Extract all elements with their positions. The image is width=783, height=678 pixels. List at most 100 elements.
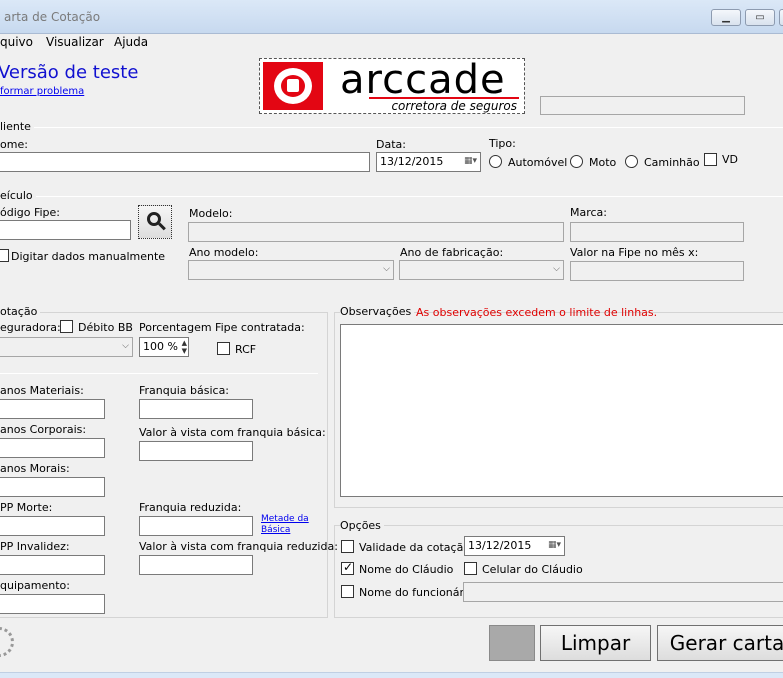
- minimize-icon: ▁: [722, 12, 730, 23]
- metade-link-line1: Metade da: [261, 514, 309, 524]
- menu-visualizar[interactable]: Visualizar: [46, 35, 104, 49]
- valor-vista-reduzida-label: Valor à vista com franquia reduzida:: [139, 540, 338, 553]
- veiculo-group-title: eículo: [0, 189, 36, 202]
- danos-materiais-label: anos Materiais:: [0, 384, 84, 397]
- nome-claudio-checkbox[interactable]: [341, 560, 354, 575]
- codigo-fipe-label: ódigo Fipe:: [0, 206, 61, 219]
- tipo-label: Tipo:: [489, 137, 516, 150]
- data-picker[interactable]: 13/12/2015 ▦▾: [376, 152, 481, 172]
- danos-corporais-input[interactable]: [0, 438, 105, 458]
- equipamento-input[interactable]: [0, 594, 105, 614]
- rcf-label: RCF: [235, 343, 257, 356]
- version-label: Versão de teste: [0, 62, 139, 83]
- close-button[interactable]: [779, 9, 783, 26]
- calendar-icon[interactable]: ▦▾: [548, 540, 561, 550]
- debito-bb-label: Débito BB: [78, 321, 133, 334]
- nome-input[interactable]: [0, 152, 370, 172]
- tipo-moto-radio[interactable]: [570, 155, 583, 168]
- app-morte-input[interactable]: [0, 516, 105, 536]
- menu-ajuda[interactable]: Ajuda: [114, 35, 148, 49]
- nome-label: ome:: [0, 138, 28, 151]
- cotacao-group-title: otação: [0, 305, 41, 318]
- maximize-button[interactable]: ▭: [745, 9, 775, 26]
- validade-picker[interactable]: 13/12/2015 ▦▾: [464, 536, 565, 556]
- nome-funcionario-label: Nome do funcionário:: [359, 586, 478, 599]
- tipo-automovel-label: Automóvel: [508, 156, 568, 169]
- validade-value: 13/12/2015: [468, 539, 532, 552]
- opcoes-group-title: Opções: [340, 519, 384, 532]
- equipamento-label: quipamento:: [0, 579, 70, 592]
- title-bar: arta de Cotação ▁ ▭: [0, 0, 783, 34]
- data-value: 13/12/2015: [380, 155, 444, 168]
- status-field: [540, 96, 745, 115]
- metade-basica-link[interactable]: Metade da Básica: [261, 514, 309, 536]
- tipo-caminhao-label: Caminhão: [644, 156, 700, 169]
- valor-vista-basica-input[interactable]: [139, 441, 253, 461]
- valor-vista-reduzida-input[interactable]: [139, 555, 253, 575]
- report-problem-link[interactable]: formar problema: [0, 86, 84, 97]
- maximize-icon: ▭: [755, 12, 765, 23]
- observacoes-textarea[interactable]: [340, 324, 783, 497]
- celular-claudio-label: Celular do Cláudio: [482, 563, 583, 576]
- nome-funcionario-select: [463, 582, 783, 602]
- logo-mark: [263, 62, 323, 110]
- cliente-group-title: liente: [0, 120, 34, 133]
- danos-morais-label: anos Morais:: [0, 462, 70, 475]
- ano-fabricacao-label: Ano de fabricação:: [400, 246, 504, 259]
- validade-checkbox[interactable]: [341, 540, 354, 553]
- data-label: Data:: [376, 138, 406, 151]
- danos-corporais-label: anos Corporais:: [0, 423, 87, 436]
- rcf-checkbox[interactable]: [217, 342, 230, 355]
- danos-materiais-input[interactable]: [0, 399, 105, 419]
- franquia-reduzida-label: Franquia reduzida:: [139, 501, 242, 514]
- ano-fabricacao-select: ⌵: [399, 260, 564, 280]
- codigo-fipe-input[interactable]: [0, 220, 131, 240]
- stepper-arrows-icon[interactable]: ▲ ▼: [182, 339, 187, 355]
- metade-link-line2: Básica: [261, 525, 291, 535]
- tipo-caminhao-radio[interactable]: [625, 155, 638, 168]
- observacoes-label: Observações: [340, 305, 415, 318]
- danos-morais-input[interactable]: [0, 477, 105, 497]
- chevron-down-icon: ⌵: [383, 264, 390, 274]
- tipo-vd-checkbox[interactable]: [704, 153, 717, 166]
- seguradora-label: eguradora:: [0, 321, 61, 334]
- loading-spinner-icon: [0, 627, 14, 657]
- window-title: arta de Cotação: [4, 10, 101, 24]
- color-indicator: [489, 625, 535, 661]
- manual-checkbox[interactable]: [0, 249, 9, 262]
- nome-funcionario-checkbox[interactable]: [341, 585, 354, 598]
- tipo-moto-label: Moto: [589, 156, 617, 169]
- app-morte-label: PP Morte:: [0, 501, 53, 514]
- veiculo-group-border: [0, 196, 783, 197]
- menu-bar: quivo Visualizar Ajuda: [0, 34, 783, 52]
- cotacao-divider: [0, 373, 318, 374]
- porcentagem-value: 100 %: [143, 340, 178, 353]
- minimize-button[interactable]: ▁: [711, 9, 741, 26]
- porcentagem-stepper[interactable]: 100 % ▲ ▼: [139, 337, 189, 357]
- gerar-carta-button[interactable]: Gerar carta: [657, 625, 783, 661]
- app-invalidez-label: PP Invalidez:: [0, 540, 70, 553]
- chevron-down-icon: ⌵: [553, 264, 560, 274]
- menu-arquivo[interactable]: quivo: [0, 35, 33, 49]
- logo-tagline: corretora de seguros: [369, 97, 519, 113]
- franquia-basica-label: Franquia básica:: [139, 384, 230, 397]
- marca-input: [570, 222, 744, 242]
- nome-claudio-label: Nome do Cláudio: [359, 563, 454, 576]
- search-fipe-button[interactable]: [138, 205, 172, 239]
- valor-fipe-label: Valor na Fipe no mês x:: [570, 246, 699, 259]
- valor-fipe-input: [570, 261, 744, 281]
- tipo-vd-label: VD: [722, 153, 738, 166]
- marca-label: Marca:: [570, 206, 608, 219]
- franquia-basica-input[interactable]: [139, 399, 253, 419]
- chevron-down-icon: ⌵: [122, 341, 129, 351]
- celular-claudio-checkbox[interactable]: [464, 562, 477, 575]
- calendar-icon[interactable]: ▦▾: [464, 156, 477, 166]
- franquia-reduzida-input[interactable]: [139, 516, 253, 536]
- tipo-automovel-radio[interactable]: [489, 155, 502, 168]
- seguradora-select: ⌵: [0, 337, 133, 357]
- modelo-label: Modelo:: [189, 207, 233, 220]
- debito-bb-checkbox[interactable]: [60, 320, 73, 333]
- cliente-group-border: [0, 127, 783, 128]
- app-invalidez-input[interactable]: [0, 555, 105, 575]
- limpar-button[interactable]: Limpar: [540, 625, 651, 661]
